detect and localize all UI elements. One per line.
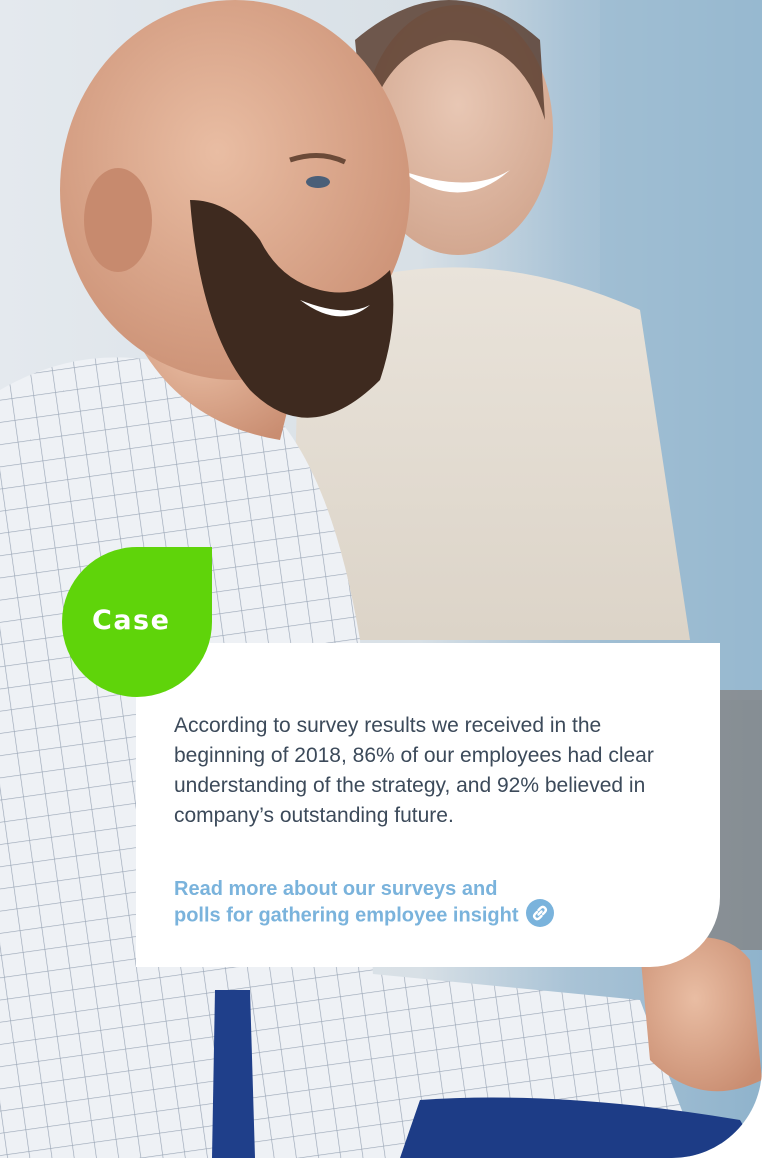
read-more-link-line-2: polls for gathering employee insight [174,904,519,927]
read-more-link[interactable]: Read more about our surveys and polls fo… [174,876,674,930]
case-card: According to survey results we received … [136,643,720,967]
case-label: Case [92,605,171,636]
read-more-link-line-1: Read more about our surveys and [174,878,498,900]
chain-link-icon[interactable] [526,899,555,927]
case-badge: Case [62,547,212,697]
case-page: Case According to survey results we rece… [0,0,762,1158]
case-body-text: According to survey results we received … [174,714,654,827]
